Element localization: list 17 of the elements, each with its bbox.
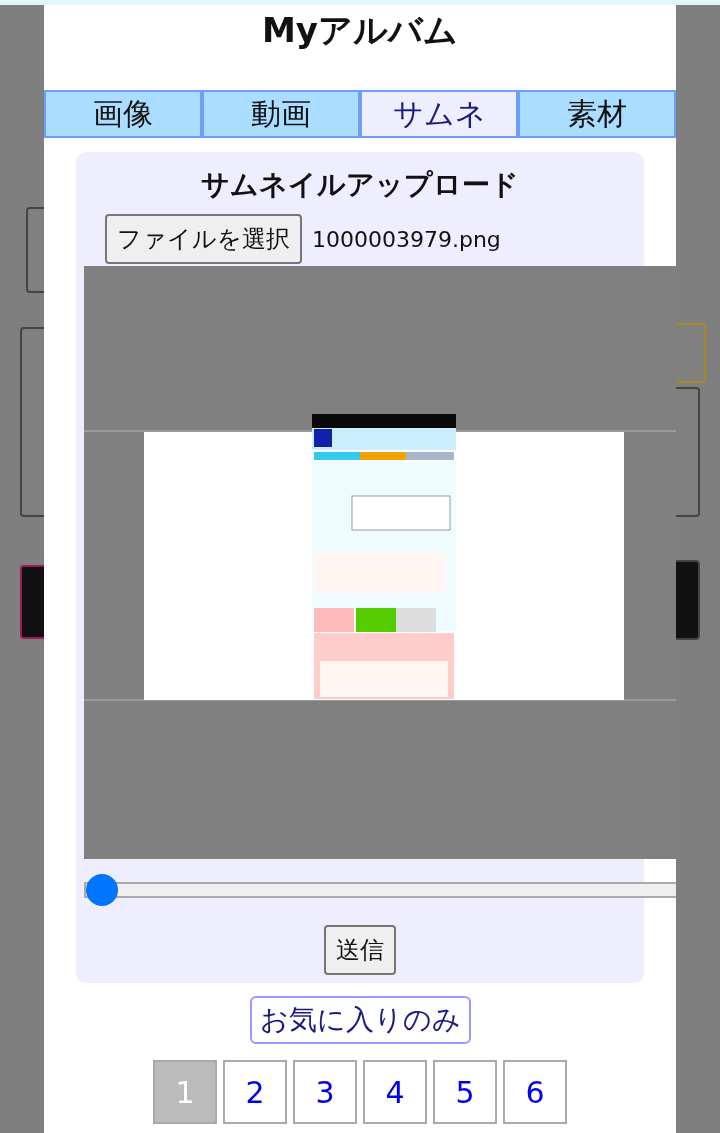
page-button[interactable]: 6 <box>503 1060 567 1124</box>
modal-title: Myアルバム <box>262 9 458 52</box>
page-button[interactable]: 2 <box>223 1060 287 1124</box>
upload-title: サムネイルアップロード <box>201 168 519 202</box>
page-button[interactable]: 5 <box>433 1060 497 1124</box>
file-select-button[interactable]: ファイルを選択 <box>105 214 302 264</box>
page-button[interactable]: 4 <box>363 1060 427 1124</box>
tab[interactable]: 動画 <box>202 90 360 138</box>
tab[interactable]: サムネ <box>360 90 518 138</box>
page-button[interactable]: 3 <box>293 1060 357 1124</box>
tab[interactable]: 素材 <box>518 90 676 138</box>
favorites-button[interactable]: お気に入りのみ <box>249 996 471 1044</box>
submit-button[interactable]: 送信 <box>324 925 396 975</box>
slider-thumb[interactable] <box>86 874 118 907</box>
zoom-slider[interactable] <box>84 873 676 907</box>
tab[interactable]: 画像 <box>44 90 202 138</box>
file-name: 1000003979.png <box>312 226 501 252</box>
